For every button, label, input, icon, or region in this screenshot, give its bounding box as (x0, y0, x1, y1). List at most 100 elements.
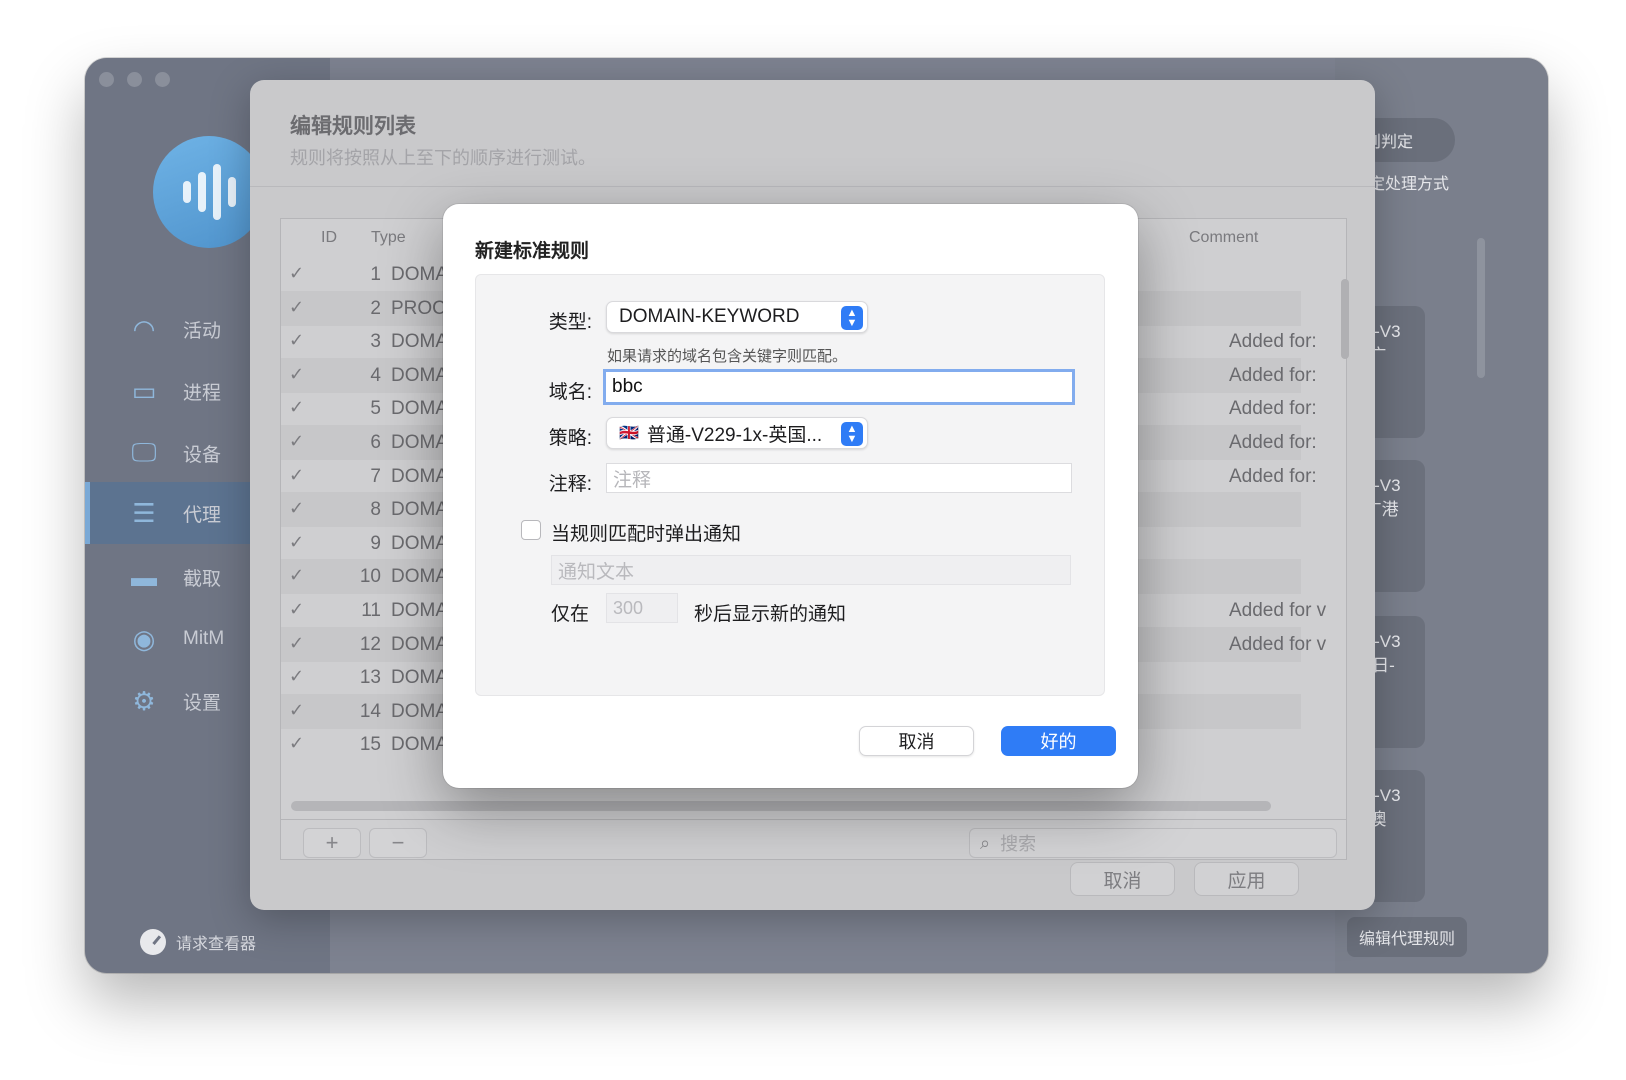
enabled-checkbox[interactable]: ✓ (289, 532, 311, 554)
sidebar-item-label: 活动 (183, 320, 222, 342)
sidebar-item-label: 代理 (183, 504, 222, 526)
minus-icon: − (391, 830, 405, 855)
cancel-label: 取消 (898, 732, 935, 752)
search-icon: ⌕ (980, 832, 991, 853)
policy-value: 普通-V229-1x-英国... (646, 424, 823, 446)
speedometer-icon: ◠ (132, 313, 156, 344)
ok-label: 好的 (1040, 732, 1077, 752)
policy-select[interactable]: 🇬🇧 普通-V229-1x-英国... ▲ ▼ (606, 417, 868, 449)
rule-id: 11 (361, 600, 381, 621)
only-in-label: 仅在 (551, 604, 590, 625)
cancel-button[interactable]: 取消 (859, 726, 974, 756)
enabled-checkbox[interactable]: ✓ (289, 666, 311, 688)
rule-id: 7 (370, 465, 381, 487)
request-viewer-label: 请求查看器 (176, 936, 257, 953)
enabled-checkbox[interactable]: ✓ (289, 498, 311, 520)
search-placeholder: 搜索 (1000, 834, 1037, 854)
rule-comment: Added for v (1229, 633, 1327, 655)
type-hint: 如果请求的域名包含关键字则匹配。 (607, 348, 848, 365)
domain-label: 域名: (548, 382, 592, 403)
uk-flag-icon: 🇬🇧 (619, 425, 639, 442)
sheet-title: 编辑规则列表 (290, 115, 416, 138)
enabled-checkbox[interactable]: ✓ (289, 599, 311, 621)
column-type[interactable]: Type (371, 229, 406, 247)
dialog-title: 新建标准规则 (475, 241, 590, 262)
comment-placeholder: 注释 (613, 469, 652, 491)
table-horizontal-scrollbar[interactable] (291, 801, 1271, 811)
app-logo (153, 136, 265, 248)
enabled-checkbox[interactable]: ✓ (289, 733, 311, 755)
notify-label: 当规则匹配时弹出通知 (551, 524, 742, 545)
lock-circle-icon: ◉ (132, 623, 156, 654)
rule-comment: Added for: (1229, 364, 1317, 386)
close-window-button[interactable] (99, 72, 114, 87)
sheet-cancel-button[interactable]: 取消 (1070, 862, 1175, 896)
apply-label: 应用 (1227, 870, 1266, 892)
chevron-updown-icon: ▲ ▼ (841, 306, 863, 330)
enabled-checkbox[interactable]: ✓ (289, 364, 311, 386)
enabled-checkbox[interactable]: ✓ (289, 263, 311, 285)
window-icon: ▭ (131, 375, 157, 406)
sidebar-item-label: 进程 (183, 382, 222, 404)
notification-text-field[interactable]: 通知文本 (551, 555, 1071, 585)
rule-id: 8 (370, 499, 381, 521)
column-comment[interactable]: Comment (1189, 229, 1258, 247)
table-footer: + − ⌕ 搜索 (281, 819, 1346, 860)
column-id[interactable]: ID (321, 229, 337, 247)
minimize-window-button[interactable] (127, 72, 142, 87)
rule-id: 4 (370, 364, 381, 386)
rule-id: 6 (370, 432, 381, 453)
enabled-checkbox[interactable]: ✓ (289, 700, 311, 722)
plus-icon: + (325, 830, 339, 855)
rule-comment: Added for v (1229, 600, 1327, 621)
gauge-icon (140, 929, 166, 955)
remove-rule-button[interactable]: − (369, 828, 427, 858)
enabled-checkbox[interactable]: ✓ (289, 297, 311, 319)
gear-icon: ⚙ (132, 685, 156, 716)
domain-field[interactable]: bbc (603, 369, 1075, 405)
comment-label: 注释: (548, 474, 592, 495)
rule-comment: Added for: (1229, 465, 1317, 487)
drive-icon: ▬ (131, 561, 157, 592)
edit-proxy-rules-button[interactable]: 编辑代理规则 (1347, 917, 1467, 957)
new-rule-dialog: 新建标准规则 类型: DOMAIN-KEYWORD ▲ ▼ 如果请求的域名包含关键… (443, 204, 1138, 788)
rule-id: 2 (370, 297, 381, 319)
sheet-subtitle: 规则将按照从上至下的顺序进行测试。 (290, 148, 596, 168)
notification-placeholder: 通知文本 (558, 561, 635, 583)
table-vertical-scrollbar[interactable] (1341, 279, 1349, 359)
search-input[interactable]: ⌕ 搜索 (969, 828, 1337, 858)
type-value: DOMAIN-KEYWORD (619, 306, 800, 327)
rule-comment: Added for: (1229, 398, 1317, 420)
apply-button[interactable]: 应用 (1194, 862, 1299, 896)
rule-id: 10 (359, 566, 381, 588)
sidebar-item-label: MitM (183, 628, 225, 649)
notify-checkbox[interactable] (521, 520, 541, 540)
comment-field[interactable]: 注释 (606, 463, 1072, 493)
add-rule-button[interactable]: + (303, 828, 361, 858)
policy-label: 策略: (548, 428, 592, 449)
type-select[interactable]: DOMAIN-KEYWORD ▲ ▼ (606, 301, 868, 333)
rule-id: 3 (370, 331, 381, 353)
rule-comment: Added for: (1229, 432, 1317, 453)
sidebar-item-label: 设置 (183, 692, 222, 714)
enabled-checkbox[interactable]: ✓ (289, 565, 311, 587)
seconds-placeholder: 300 (613, 597, 644, 618)
enabled-checkbox[interactable]: ✓ (289, 633, 311, 655)
panel-scrollbar[interactable] (1477, 238, 1485, 378)
dialog-form: 类型: DOMAIN-KEYWORD ▲ ▼ 如果请求的域名包含关键字则匹配。 域… (475, 274, 1105, 696)
enabled-checkbox[interactable]: ✓ (289, 397, 311, 419)
rule-id: 1 (370, 264, 381, 285)
request-viewer-button[interactable]: 请求查看器 (140, 929, 256, 955)
rule-id: 13 (359, 667, 381, 689)
enabled-checkbox[interactable]: ✓ (289, 330, 311, 352)
rule-comment: Added for: (1229, 331, 1317, 353)
rule-id: 12 (359, 633, 381, 655)
sidebar-item-label: 设备 (183, 444, 222, 466)
enabled-checkbox[interactable]: ✓ (289, 431, 311, 453)
ok-button[interactable]: 好的 (1001, 726, 1116, 756)
server-icon: ☰ (132, 497, 156, 528)
rule-id: 15 (359, 734, 381, 756)
zoom-window-button[interactable] (155, 72, 170, 87)
seconds-field[interactable]: 300 (606, 593, 678, 623)
enabled-checkbox[interactable]: ✓ (289, 465, 311, 487)
